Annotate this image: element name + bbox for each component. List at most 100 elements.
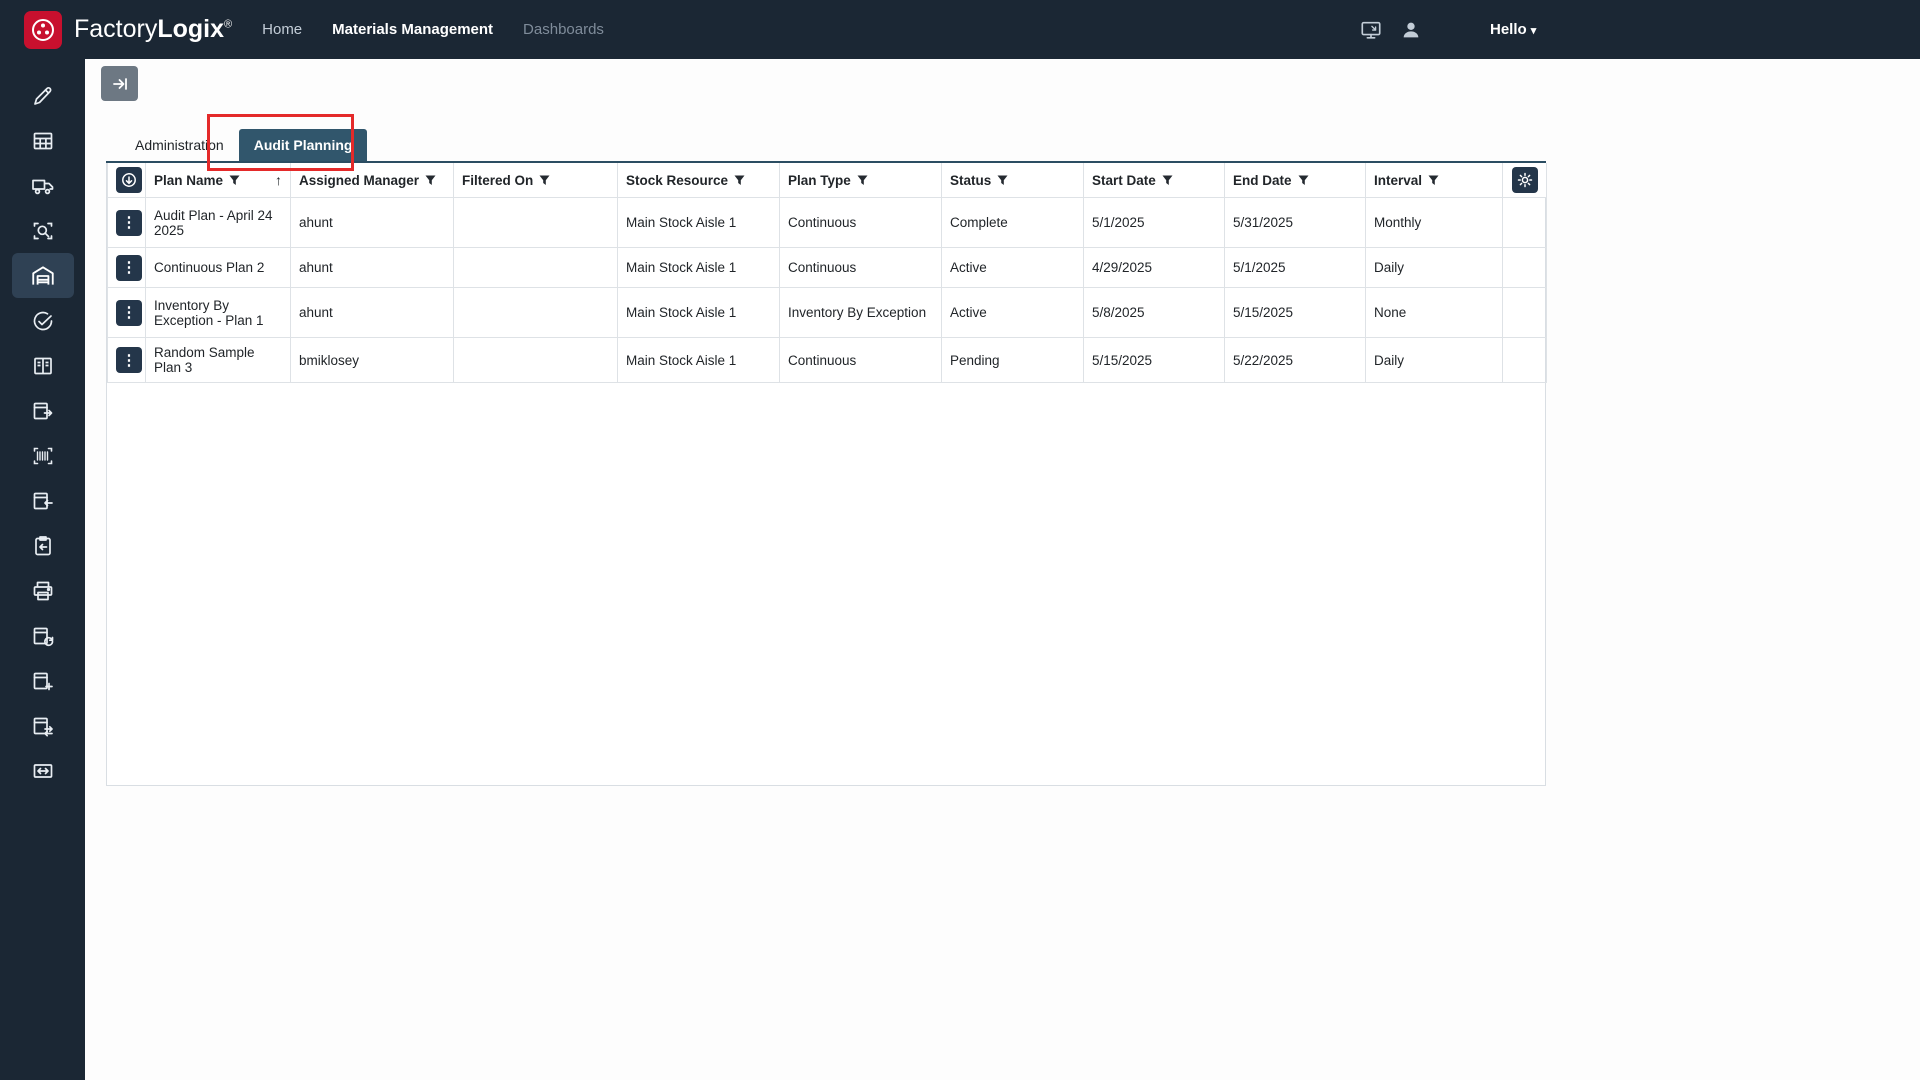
sidebar-item-table-transfer[interactable] [12, 703, 74, 748]
header-interval[interactable]: Interval [1365, 163, 1503, 198]
sidebar-item-documents[interactable] [12, 343, 74, 388]
sidebar-item-audit-check[interactable] [12, 298, 74, 343]
filter-icon[interactable] [1428, 175, 1439, 186]
edit-icon [33, 86, 51, 105]
cell-assigned-manager: bmiklosey [290, 337, 454, 383]
sidebar-item-table-add[interactable] [12, 658, 74, 703]
sidebar-item-table-resize[interactable] [12, 748, 74, 793]
table-import-icon [33, 492, 53, 509]
sidebar-item-table-refresh[interactable] [12, 613, 74, 658]
cell-stock-resource: Main Stock Aisle 1 [617, 287, 780, 338]
cell-end-date: 5/15/2025 [1224, 287, 1366, 338]
topbar-right-cluster: Hello ▾ [1358, 0, 1536, 59]
sidebar-item-clipboard-return[interactable] [12, 523, 74, 568]
cell-interval: None [1365, 287, 1503, 338]
header-plan-name[interactable]: Plan Name ↑ [145, 163, 291, 198]
filter-icon[interactable] [539, 175, 550, 186]
table-row[interactable]: ⋮ Random Sample Plan 3 bmiklosey Main St… [107, 337, 1547, 383]
sidebar-item-barcode[interactable] [12, 433, 74, 478]
row-menu-button[interactable]: ⋮ [116, 347, 142, 373]
header-filtered-on[interactable]: Filtered On [453, 163, 618, 198]
cell-settings-spacer [1502, 247, 1547, 288]
cell-end-date: 5/1/2025 [1224, 247, 1366, 288]
filter-icon[interactable] [857, 175, 868, 186]
sidebar-item-delivery[interactable] [12, 163, 74, 208]
cell-plan-type: Continuous [779, 337, 942, 383]
audit-planning-panel: Administration Audit Planning Plan Name … [106, 128, 1547, 786]
row-menu-icon: ⋮ [121, 214, 137, 231]
collapse-panel-icon [112, 77, 127, 90]
sort-asc-icon: ↑ [275, 172, 282, 188]
sidebar-item-warehouse[interactable] [11, 253, 74, 298]
cell-filtered-on [453, 337, 618, 383]
audit-check-icon [33, 311, 52, 330]
tab-administration[interactable]: Administration [120, 129, 239, 161]
table-grid-icon [33, 132, 52, 149]
header-status[interactable]: Status [941, 163, 1084, 198]
cell-stock-resource: Main Stock Aisle 1 [617, 197, 780, 248]
row-menu-button[interactable]: ⋮ [116, 209, 142, 236]
sidebar-item-printer[interactable] [12, 568, 74, 613]
cell-plan-name: Random Sample Plan 3 [145, 337, 291, 383]
factorylogix-logo[interactable] [24, 10, 62, 49]
header-end-date[interactable]: End Date [1224, 163, 1366, 198]
audit-plans-table-container: Plan Name ↑ Assigned Manager Filtered On … [106, 163, 1547, 786]
barcode-icon [33, 447, 52, 464]
user-button[interactable] [1398, 17, 1424, 43]
cell-filtered-on [453, 247, 618, 288]
filter-icon[interactable] [1162, 175, 1173, 186]
cell-settings-spacer [1502, 287, 1547, 338]
display-button[interactable] [1358, 17, 1384, 43]
expand-all-icon [122, 173, 136, 187]
tab-audit-planning[interactable]: Audit Planning [238, 129, 368, 161]
user-menu[interactable]: Hello ▾ [1490, 21, 1536, 38]
filter-icon[interactable] [734, 175, 745, 186]
row-actions-cell: ⋮ [107, 247, 146, 288]
sidebar-item-table-export[interactable] [12, 388, 74, 433]
filter-icon[interactable] [425, 175, 436, 186]
cell-start-date: 4/29/2025 [1083, 247, 1225, 288]
table-export-icon [33, 402, 52, 419]
sidebar-item-edit[interactable] [12, 73, 74, 118]
header-assigned-manager[interactable]: Assigned Manager [290, 163, 454, 198]
collapse-panel-button[interactable] [101, 66, 138, 101]
column-settings-button[interactable] [1511, 167, 1538, 193]
row-menu-button[interactable]: ⋮ [116, 299, 142, 326]
column-settings-header-cell [1502, 163, 1547, 198]
nav-materials-management[interactable]: Materials Management [332, 21, 493, 38]
expand-all-button[interactable] [116, 167, 142, 193]
row-menu-icon: ⋮ [121, 351, 137, 369]
sidebar-item-table-import[interactable] [12, 478, 74, 523]
table-transfer-icon [33, 717, 53, 737]
filter-icon[interactable] [997, 175, 1008, 186]
documents-icon [33, 357, 52, 374]
cell-end-date: 5/31/2025 [1224, 197, 1366, 248]
tab-strip: Administration Audit Planning [106, 128, 1546, 161]
header-plan-type[interactable]: Plan Type [779, 163, 942, 198]
sidebar-item-scan-search[interactable] [12, 208, 74, 253]
header-start-date[interactable]: Start Date [1083, 163, 1225, 198]
filter-icon[interactable] [229, 175, 240, 186]
row-menu-icon: ⋮ [121, 259, 137, 276]
row-menu-button[interactable]: ⋮ [116, 254, 142, 281]
top-navigation: Home Materials Management Dashboards [262, 21, 604, 38]
table-row[interactable]: ⋮ Audit Plan - April 24 2025 ahunt Main … [107, 197, 1547, 248]
cell-plan-name: Inventory By Exception - Plan 1 [145, 287, 291, 338]
sidebar-item-table-grid[interactable] [12, 118, 74, 163]
cell-assigned-manager: ahunt [290, 197, 454, 248]
cell-status: Pending [941, 337, 1084, 383]
nav-dashboards[interactable]: Dashboards [523, 21, 604, 38]
nav-home[interactable]: Home [262, 21, 302, 38]
table-resize-icon [33, 763, 52, 778]
filter-icon[interactable] [1298, 175, 1309, 186]
cell-plan-type: Continuous [779, 197, 942, 248]
cell-interval: Daily [1365, 337, 1503, 383]
table-refresh-icon [33, 627, 53, 646]
cell-settings-spacer [1502, 337, 1547, 383]
display-icon [1361, 21, 1381, 39]
cell-settings-spacer [1502, 197, 1547, 248]
header-stock-resource[interactable]: Stock Resource [617, 163, 780, 198]
cell-plan-type: Continuous [779, 247, 942, 288]
table-row[interactable]: ⋮ Continuous Plan 2 ahunt Main Stock Ais… [107, 247, 1547, 288]
table-row[interactable]: ⋮ Inventory By Exception - Plan 1 ahunt … [107, 287, 1547, 338]
